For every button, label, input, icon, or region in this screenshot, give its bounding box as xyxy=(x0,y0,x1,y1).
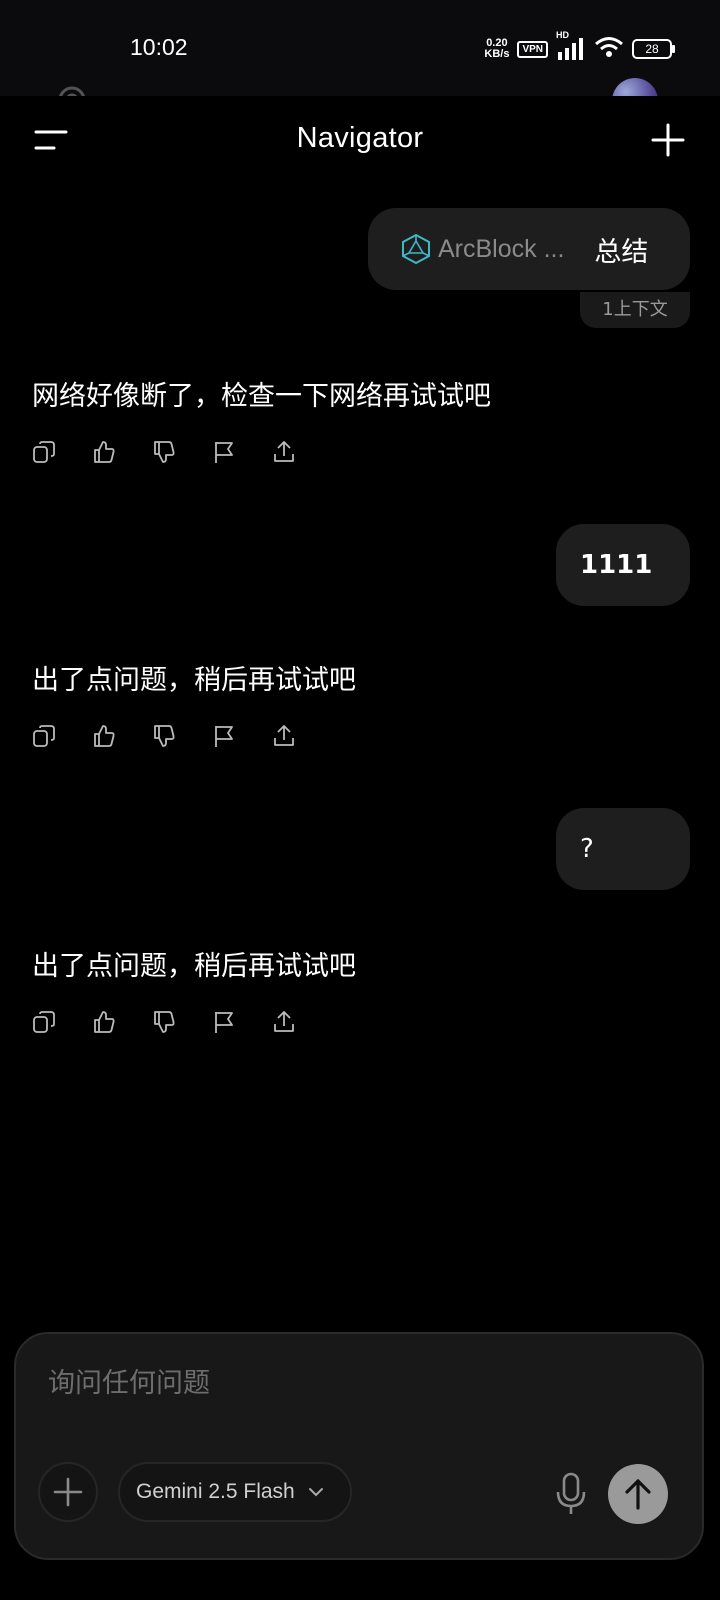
copy-icon[interactable] xyxy=(32,724,56,748)
attach-button[interactable] xyxy=(38,1462,98,1522)
thumbs-up-icon[interactable] xyxy=(92,724,116,748)
status-icons: 0.20 KB/s VPN HD 28 xyxy=(484,30,675,62)
plus-icon xyxy=(651,123,685,157)
user-message[interactable]: ArcBlock ... 总结 xyxy=(368,208,690,290)
assistant-message: 网络好像断了，检查一下网络再试试吧 xyxy=(32,381,491,412)
thumbs-down-icon[interactable] xyxy=(152,1010,176,1034)
send-button[interactable] xyxy=(608,1464,668,1524)
wifi-icon xyxy=(594,36,624,62)
message-input[interactable] xyxy=(46,1360,650,1406)
signal-icon: HD xyxy=(556,30,586,60)
assistant-message: 出了点问题，稍后再试试吧 xyxy=(32,951,356,982)
model-label: Gemini 2.5 Flash xyxy=(136,1480,295,1503)
flag-icon[interactable] xyxy=(212,1010,236,1034)
arrow-up-icon xyxy=(625,1479,651,1510)
share-icon[interactable] xyxy=(272,440,296,464)
message-actions xyxy=(32,440,296,464)
message-text: ? xyxy=(580,834,594,864)
assistant-message: 出了点问题，稍后再试试吧 xyxy=(32,665,356,696)
chat-sheet: Navigator ArcBlock ... 总结 1上下文 网络好像断了，检查… xyxy=(0,96,720,1600)
thumbs-up-icon[interactable] xyxy=(92,440,116,464)
message-text: 1111 xyxy=(580,550,653,580)
copy-icon[interactable] xyxy=(32,440,56,464)
new-chat-button[interactable] xyxy=(650,122,686,158)
mic-icon[interactable] xyxy=(554,1472,588,1516)
attachment-label: ArcBlock ... xyxy=(438,234,565,263)
user-message[interactable]: 1111 xyxy=(556,524,690,606)
user-message[interactable]: ? xyxy=(556,808,690,890)
message-actions xyxy=(32,724,296,748)
plus-icon xyxy=(53,1477,83,1507)
vpn-badge: VPN xyxy=(517,40,548,58)
flag-icon[interactable] xyxy=(212,440,236,464)
arcblock-logo-icon xyxy=(402,234,430,264)
model-selector[interactable]: Gemini 2.5 Flash xyxy=(118,1462,352,1522)
network-speed: 0.20 KB/s xyxy=(484,38,509,60)
message-text: 总结 xyxy=(594,236,649,268)
attachment-chip[interactable]: ArcBlock ... xyxy=(402,234,564,264)
flag-icon[interactable] xyxy=(212,724,236,748)
share-icon[interactable] xyxy=(272,1010,296,1034)
hd-label: HD xyxy=(556,30,569,40)
page-title: Navigator xyxy=(296,122,424,154)
network-speed-unit: KB/s xyxy=(484,48,510,60)
thumbs-down-icon[interactable] xyxy=(152,440,176,464)
thumbs-down-icon[interactable] xyxy=(152,724,176,748)
share-icon[interactable] xyxy=(272,724,296,748)
context-count-badge[interactable]: 1上下文 xyxy=(580,292,690,328)
message-actions xyxy=(32,1010,296,1034)
composer: Gemini 2.5 Flash xyxy=(14,1332,704,1560)
status-time: 10:02 xyxy=(130,34,188,60)
chevron-down-icon xyxy=(308,1488,323,1497)
battery-icon: 28 xyxy=(632,39,675,59)
thumbs-up-icon[interactable] xyxy=(92,1010,116,1034)
copy-icon[interactable] xyxy=(32,1010,56,1034)
top-bar: Navigator xyxy=(0,96,720,192)
